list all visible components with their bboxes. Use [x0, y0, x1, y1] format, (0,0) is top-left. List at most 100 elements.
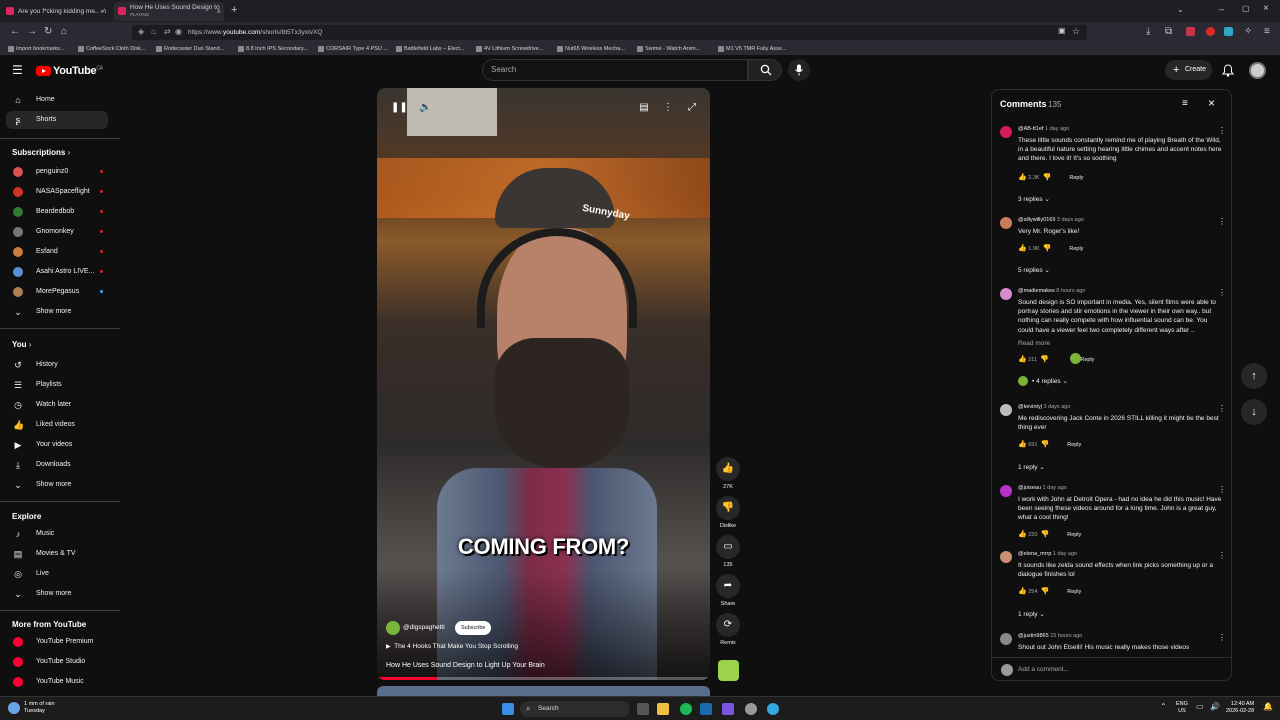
- address-bar[interactable]: ◈ ⌂ ⇄ ◉ https://www.youtube.com/shorts/t…: [132, 25, 1087, 40]
- sidebar-item-watch-later[interactable]: ◷ Watch later: [6, 396, 108, 414]
- system-clock[interactable]: 12:40 AM 2026-02-28: [1226, 701, 1254, 715]
- view-replies-button[interactable]: 3 replies ⌄: [1018, 195, 1050, 203]
- fullscreen-icon[interactable]: ⤢: [686, 102, 698, 114]
- comments-button[interactable]: ▭: [716, 535, 740, 559]
- bookmark-item[interactable]: CoffeeSock Cloth Disk...: [78, 44, 146, 54]
- thumbs-up-icon[interactable]: 👍: [1018, 174, 1027, 181]
- reload-icon[interactable]: ↻: [44, 26, 52, 38]
- comment-header[interactable]: @justin9865 15 hours ago: [1018, 633, 1082, 639]
- comment-header[interactable]: @joiseau 1 day ago: [1018, 485, 1067, 491]
- next-short-preview[interactable]: [377, 686, 710, 696]
- thumbs-down-icon[interactable]: 👎: [1041, 531, 1050, 538]
- sidebar-item-downloads[interactable]: ⤓ Downloads: [6, 456, 108, 474]
- browser-icon[interactable]: [767, 703, 779, 715]
- sidebar-item-subscription[interactable]: Esfand: [6, 243, 108, 261]
- search-input[interactable]: Search: [482, 59, 748, 81]
- lock-icon[interactable]: ⌂: [151, 27, 156, 36]
- bookmark-item[interactable]: Nut65 Wireless Mecha...: [557, 44, 625, 54]
- reply-button[interactable]: Reply: [1080, 357, 1094, 363]
- related-video-link[interactable]: ▶ The 4 Hooks That Make You Stop Scrolli…: [386, 643, 518, 650]
- shield-icon[interactable]: ◈: [138, 27, 144, 36]
- pause-icon[interactable]: ❚❚: [391, 102, 408, 114]
- sidebar-item-subscription[interactable]: penguinz0: [6, 163, 108, 181]
- downloads-icon[interactable]: ⤓: [1146, 26, 1150, 38]
- browser-tab-active[interactable]: How He Uses Sound Design to PLAYING ×: [114, 2, 224, 21]
- more-options-icon[interactable]: ⋮: [662, 102, 674, 114]
- home-icon[interactable]: ⌂: [61, 26, 67, 38]
- weather-widget[interactable]: 1 mm of rain Tuesday: [24, 701, 55, 715]
- weather-icon[interactable]: [8, 702, 20, 714]
- voice-search-button[interactable]: [788, 59, 810, 81]
- comment-more-icon[interactable]: ⋮: [1218, 551, 1226, 560]
- language-indicator[interactable]: ENG US: [1176, 701, 1188, 715]
- task-view-icon[interactable]: [637, 703, 649, 715]
- thumbs-down-icon[interactable]: 👎: [1043, 245, 1052, 252]
- commenter-avatar[interactable]: [1000, 217, 1012, 229]
- sidebar-item-youtube-studio[interactable]: YouTube Studio: [6, 653, 108, 671]
- sidebar-item-subscription[interactable]: MorePegasus: [6, 283, 108, 301]
- captions-icon[interactable]: ▤: [638, 102, 650, 114]
- thumbs-down-icon[interactable]: 👎: [1043, 174, 1052, 181]
- show-more-subscriptions[interactable]: ⌄ Show more: [6, 303, 108, 321]
- thumbs-up-icon[interactable]: 👍: [1018, 441, 1027, 448]
- comment-header[interactable]: @madiemakes 8 hours ago: [1018, 288, 1085, 294]
- show-more-explore[interactable]: ⌄ Show more: [6, 585, 108, 603]
- add-comment-input[interactable]: Add a comment...: [1018, 666, 1069, 673]
- dislike-button[interactable]: 👎: [716, 496, 740, 520]
- screenshot-icon[interactable]: ▣: [1058, 26, 1066, 35]
- sidebar-item-history[interactable]: ↺ History: [6, 356, 108, 374]
- comment-header[interactable]: @AB-tt1ef 1 day ago: [1018, 126, 1069, 132]
- settings-icon[interactable]: [745, 703, 757, 715]
- new-tab-icon[interactable]: +: [231, 4, 237, 16]
- create-button[interactable]: + Create: [1165, 60, 1212, 80]
- extension-icon[interactable]: ⧉: [1165, 26, 1172, 38]
- notifications-bell-icon[interactable]: [1222, 64, 1234, 77]
- subscriptions-heading[interactable]: Subscriptions ›: [12, 148, 70, 157]
- view-replies-button[interactable]: 1 reply ⌄: [1018, 463, 1045, 471]
- account-avatar[interactable]: [1249, 62, 1266, 79]
- discord-icon[interactable]: [722, 703, 734, 715]
- sidebar-item-your-videos[interactable]: ▶ Your videos: [6, 436, 108, 454]
- video-progress-bar[interactable]: [377, 677, 710, 680]
- minimize-icon[interactable]: –: [1219, 4, 1224, 14]
- sidebar-item-music[interactable]: ♪ Music: [6, 525, 108, 543]
- sidebar-item-subscription[interactable]: Asahi Astro LIVE...: [6, 263, 108, 281]
- steam-icon[interactable]: [700, 703, 712, 715]
- reply-button[interactable]: Reply: [1069, 246, 1083, 252]
- comment-more-icon[interactable]: ⋮: [1218, 217, 1226, 226]
- windows-start-icon[interactable]: [502, 703, 514, 715]
- share-button[interactable]: ➦: [716, 574, 740, 598]
- comment-more-icon[interactable]: ⋮: [1218, 485, 1226, 494]
- read-more-link[interactable]: Read more: [1018, 340, 1050, 347]
- thumbs-up-icon[interactable]: 👍: [1018, 356, 1027, 363]
- thumbs-up-icon[interactable]: 👍: [1018, 588, 1027, 595]
- bookmark-item[interactable]: Import bookmarks...: [8, 44, 65, 54]
- commenter-avatar[interactable]: [1000, 288, 1012, 300]
- network-icon[interactable]: ▭: [1196, 702, 1204, 711]
- reply-button[interactable]: Reply: [1069, 175, 1083, 181]
- comment-more-icon[interactable]: ⋮: [1218, 288, 1226, 297]
- comment-more-icon[interactable]: ⋮: [1218, 126, 1226, 135]
- shorts-video-player[interactable]: Sunnyday ❚❚ 🔈 ▤ ⋮ ⤢ COMING FROM? @digspa…: [377, 88, 710, 680]
- browser-tab[interactable]: Are you f*cking kidding me.. - \ ×: [2, 2, 108, 21]
- view-replies-button[interactable]: • 4 replies ⌄: [1018, 376, 1068, 386]
- sidebar-item-live[interactable]: ◎ Live: [6, 565, 108, 583]
- sound-thumbnail[interactable]: [718, 660, 739, 681]
- comment-header[interactable]: @sillywilly0169 3 days ago: [1018, 217, 1084, 223]
- thumbs-up-icon[interactable]: 👍: [1018, 245, 1027, 252]
- previous-short-button[interactable]: ↑: [1241, 363, 1267, 389]
- extension-icon[interactable]: [1206, 27, 1215, 36]
- bookmark-item[interactable]: 4V Lithium Screwdrive...: [476, 44, 543, 54]
- commenter-avatar[interactable]: [1000, 551, 1012, 563]
- you-heading[interactable]: You ›: [12, 340, 31, 349]
- reply-button[interactable]: Reply: [1067, 532, 1081, 538]
- spotify-icon[interactable]: [680, 703, 692, 715]
- youtube-logo[interactable]: YouTubeCA: [36, 65, 103, 77]
- sort-comments-icon[interactable]: ≡: [1182, 98, 1188, 109]
- commenter-avatar[interactable]: [1000, 126, 1012, 138]
- thumbs-up-icon[interactable]: 👍: [1018, 531, 1027, 538]
- comment-header[interactable]: @kevintyj 3 days ago: [1018, 404, 1070, 410]
- bookmark-item[interactable]: CORSAIR Type 4 PSU ...: [318, 44, 388, 54]
- sidebar-item-subscription[interactable]: Gnomonkey: [6, 223, 108, 241]
- bookmark-item[interactable]: Rodecaster Duo Stand...: [156, 44, 224, 54]
